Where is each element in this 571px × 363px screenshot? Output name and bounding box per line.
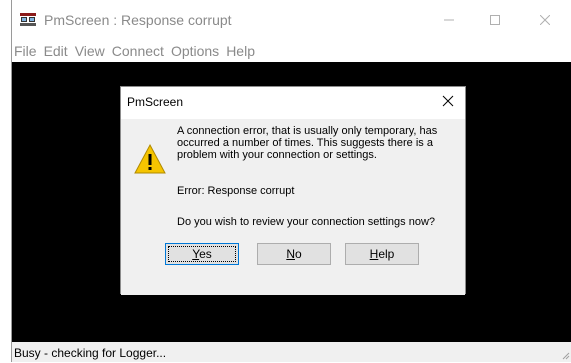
dialog-message: A connection error, that is usually only…: [177, 125, 438, 161]
dialog-question: Do you wish to review your connection se…: [177, 216, 436, 228]
close-button[interactable]: [522, 0, 568, 40]
dialog-title: PmScreen: [127, 95, 184, 109]
no-accel: N: [286, 247, 295, 261]
maximize-button[interactable]: [472, 0, 518, 40]
message-dialog: PmScreen A connection error, that is usu…: [120, 86, 466, 295]
no-rest: o: [294, 247, 302, 261]
menu-edit[interactable]: Edit: [44, 43, 74, 59]
status-text: Busy - checking for Logger...: [14, 346, 167, 360]
help-button-label: Help: [370, 247, 395, 261]
status-bar: Busy - checking for Logger...: [12, 342, 571, 362]
menu-options[interactable]: Options: [171, 43, 225, 59]
help-rest: elp: [378, 247, 395, 261]
menu-help[interactable]: Help: [226, 43, 261, 59]
window-title: PmScreen : Response corrupt: [44, 12, 232, 28]
pmscreen-app-icon: [20, 13, 36, 26]
no-button-label: No: [286, 247, 301, 261]
yes-button[interactable]: Yes: [165, 243, 239, 265]
minimize-button[interactable]: [426, 0, 472, 40]
yes-accel: Y: [192, 247, 200, 261]
yes-button-label: Yes: [192, 247, 212, 261]
yes-rest: es: [199, 247, 212, 261]
menu-view[interactable]: View: [75, 43, 111, 59]
title-bar[interactable]: PmScreen : Response corrupt: [12, 0, 571, 40]
help-button[interactable]: Help: [345, 243, 419, 265]
maximize-icon: [490, 15, 500, 25]
no-button[interactable]: No: [257, 243, 331, 265]
dialog-body: A connection error, that is usually only…: [121, 119, 465, 295]
warning-icon: [134, 143, 166, 174]
resize-grip-icon[interactable]: [560, 350, 570, 360]
dialog-close-icon[interactable]: [441, 94, 455, 108]
menu-file[interactable]: File: [14, 43, 43, 59]
menu-connect[interactable]: Connect: [112, 43, 170, 59]
minimize-icon: [444, 19, 454, 21]
close-icon: [540, 15, 550, 25]
menu-bar: File Edit View Connect Options Help: [12, 40, 571, 62]
dialog-error-text: Error: Response corrupt: [177, 185, 295, 197]
